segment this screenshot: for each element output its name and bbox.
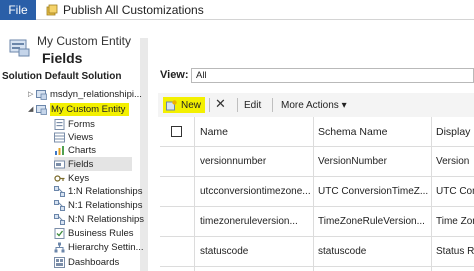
keys-icon xyxy=(54,173,65,184)
table-row[interactable]: versionnumber VersionNumber Version xyxy=(160,147,474,177)
tree-item-hierarchy-settings[interactable]: Hierarchy Settin... xyxy=(54,240,144,254)
tree-item-business-rules[interactable]: Business Rules xyxy=(54,226,133,240)
edit-button[interactable]: Edit xyxy=(244,100,261,111)
tree-item-my-custom-entity[interactable]: ◢ My Custom Entity xyxy=(28,102,130,116)
tree-item-msdyn-relationship[interactable]: ▷ msdyn_relationshipi... xyxy=(28,87,142,101)
entity-header: My Custom Entity Fields xyxy=(0,26,474,70)
tree-item-charts[interactable]: Charts xyxy=(54,143,96,157)
relationship-icon xyxy=(54,199,65,211)
hierarchy-icon xyxy=(54,242,65,253)
entity-icon xyxy=(36,104,47,115)
fields-icon xyxy=(54,159,65,170)
cell-name: statuscode xyxy=(200,246,249,257)
entity-name: My Custom Entity xyxy=(37,34,132,48)
select-all-checkbox[interactable] xyxy=(171,126,182,137)
tree-item-label: msdyn_relationshipi... xyxy=(50,88,142,100)
tree-item-label: Keys xyxy=(68,172,90,184)
cell-name: timezoneruleversion... xyxy=(200,216,298,227)
tree-item-n1-relationships[interactable]: N:1 Relationships xyxy=(54,198,142,212)
new-record-icon xyxy=(166,99,177,111)
charts-icon xyxy=(54,145,65,156)
tree-item-1n-relationships[interactable]: 1:N Relationships xyxy=(54,184,142,198)
grid-header-row: Name Schema Name Display xyxy=(160,117,474,147)
tree-item-label: N:1 Relationships xyxy=(68,199,143,211)
forms-icon xyxy=(54,118,65,130)
select-all-cell xyxy=(160,117,190,147)
cell-schema-name: VersionNumber xyxy=(318,156,387,167)
table-row[interactable]: timezoneruleversion... TimeZoneRuleVersi… xyxy=(160,207,474,237)
tree-item-keys[interactable]: Keys xyxy=(54,171,89,185)
tree-item-dashboards[interactable]: Dashboards xyxy=(54,255,119,269)
table-row[interactable]: statuscode statuscode Status R xyxy=(160,237,474,267)
publish-all-label: Publish All Customizations xyxy=(63,3,204,17)
tree-item-label: My Custom Entity xyxy=(50,102,130,116)
dashboards-icon xyxy=(54,256,65,268)
toolbar-divider xyxy=(209,98,210,112)
column-header-display[interactable]: Display xyxy=(436,117,474,147)
fields-grid: Name Schema Name Display versionnumber V… xyxy=(160,117,474,271)
business-rules-icon xyxy=(54,227,65,239)
view-bar: View: All xyxy=(158,68,474,84)
column-header-schema-name[interactable]: Schema Name xyxy=(318,117,428,147)
tree-item-label: N:N Relationships xyxy=(68,213,145,225)
tree-item-label: Fields xyxy=(68,158,94,170)
cell-schema-name: TimeZoneRuleVersion... xyxy=(318,216,425,227)
publish-all-button[interactable]: Publish All Customizations xyxy=(46,2,204,18)
cell-display-name: Time Zone xyxy=(436,216,474,227)
page-title: Fields xyxy=(42,50,83,66)
tree-item-label: Hierarchy Settin... xyxy=(68,241,144,253)
tree-item-label: Charts xyxy=(68,144,96,156)
view-select[interactable]: All xyxy=(191,68,474,83)
relationship-icon xyxy=(54,213,65,225)
delete-icon[interactable]: ✕ xyxy=(215,96,226,112)
tree-item-label: Dashboards xyxy=(68,256,120,268)
toolbar-divider xyxy=(272,98,273,112)
table-row[interactable]: utcconversiontimezone... UTC ConversionT… xyxy=(160,177,474,207)
expand-arrow-icon[interactable]: ▷ xyxy=(28,90,36,98)
cell-schema-name: UTC ConversionTimeZ... xyxy=(318,186,428,197)
column-header-name[interactable]: Name xyxy=(200,117,312,147)
tree-item-label: 1:N Relationships xyxy=(68,185,143,197)
tree-item-fields[interactable]: Fields xyxy=(54,157,132,171)
tree-item-forms[interactable]: Forms xyxy=(54,117,95,131)
entity-large-icon xyxy=(9,38,31,58)
views-icon xyxy=(54,132,65,143)
relationship-icon xyxy=(54,185,65,197)
tree-item-nn-relationships[interactable]: N:N Relationships xyxy=(54,212,144,226)
toolbar-divider xyxy=(237,98,238,112)
solution-label: Solution Default Solution xyxy=(2,71,122,82)
tree-item-views[interactable]: Views xyxy=(54,130,93,144)
new-button[interactable]: New xyxy=(163,97,205,113)
tree-item-label: Business Rules xyxy=(68,227,134,239)
cell-name: versionnumber xyxy=(200,156,267,167)
ribbon-bar: File Publish All Customizations xyxy=(0,0,474,20)
collapse-arrow-icon[interactable]: ◢ xyxy=(28,105,36,113)
sidebar-scrollbar[interactable] xyxy=(140,38,148,271)
view-label: View: xyxy=(160,69,189,81)
tree-item-label: Forms xyxy=(68,118,95,130)
cell-schema-name: statuscode xyxy=(318,246,367,257)
grid-toolbar: New ✕ Edit More Actions ▾ xyxy=(158,93,474,117)
new-label: New xyxy=(181,99,202,111)
cell-display-name: Version xyxy=(436,156,470,167)
more-actions-button[interactable]: More Actions ▾ xyxy=(281,100,347,111)
cell-display-name: Status R xyxy=(436,246,474,257)
publish-icon xyxy=(46,4,58,16)
cell-name: utcconversiontimezone... xyxy=(200,186,311,197)
tree-item-label: Views xyxy=(68,131,94,143)
file-button[interactable]: File xyxy=(0,0,36,20)
entity-icon xyxy=(36,89,47,100)
cell-display-name: UTC Conve xyxy=(436,186,474,197)
